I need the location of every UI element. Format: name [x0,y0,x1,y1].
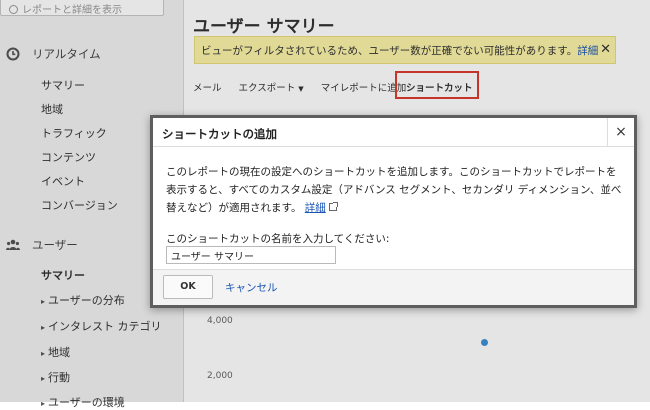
shortcut-name-input[interactable] [166,246,336,264]
external-link-icon [328,202,338,211]
description-text: このレポートの現在の設定へのショートカットを追加します。このショートカットでレポ… [166,166,622,214]
details-link[interactable]: 詳細 [305,202,326,214]
add-shortcut-dialog: ショートカットの追加 × このレポートの現在の設定へのショートカットを追加します… [150,115,637,308]
dialog-footer: OK キャンセル [153,269,634,305]
dialog-header: ショートカットの追加 × [153,118,634,147]
cancel-button[interactable]: キャンセル [225,280,278,295]
shortcut-name-label: このショートカットの名前を入力してください: [166,233,390,245]
close-icon[interactable]: × [607,118,634,147]
dialog-title: ショートカットの追加 [162,127,277,141]
dialog-description: このレポートの現在の設定へのショートカットを追加します。このショートカットでレポ… [166,163,626,217]
ok-button[interactable]: OK [163,275,213,299]
